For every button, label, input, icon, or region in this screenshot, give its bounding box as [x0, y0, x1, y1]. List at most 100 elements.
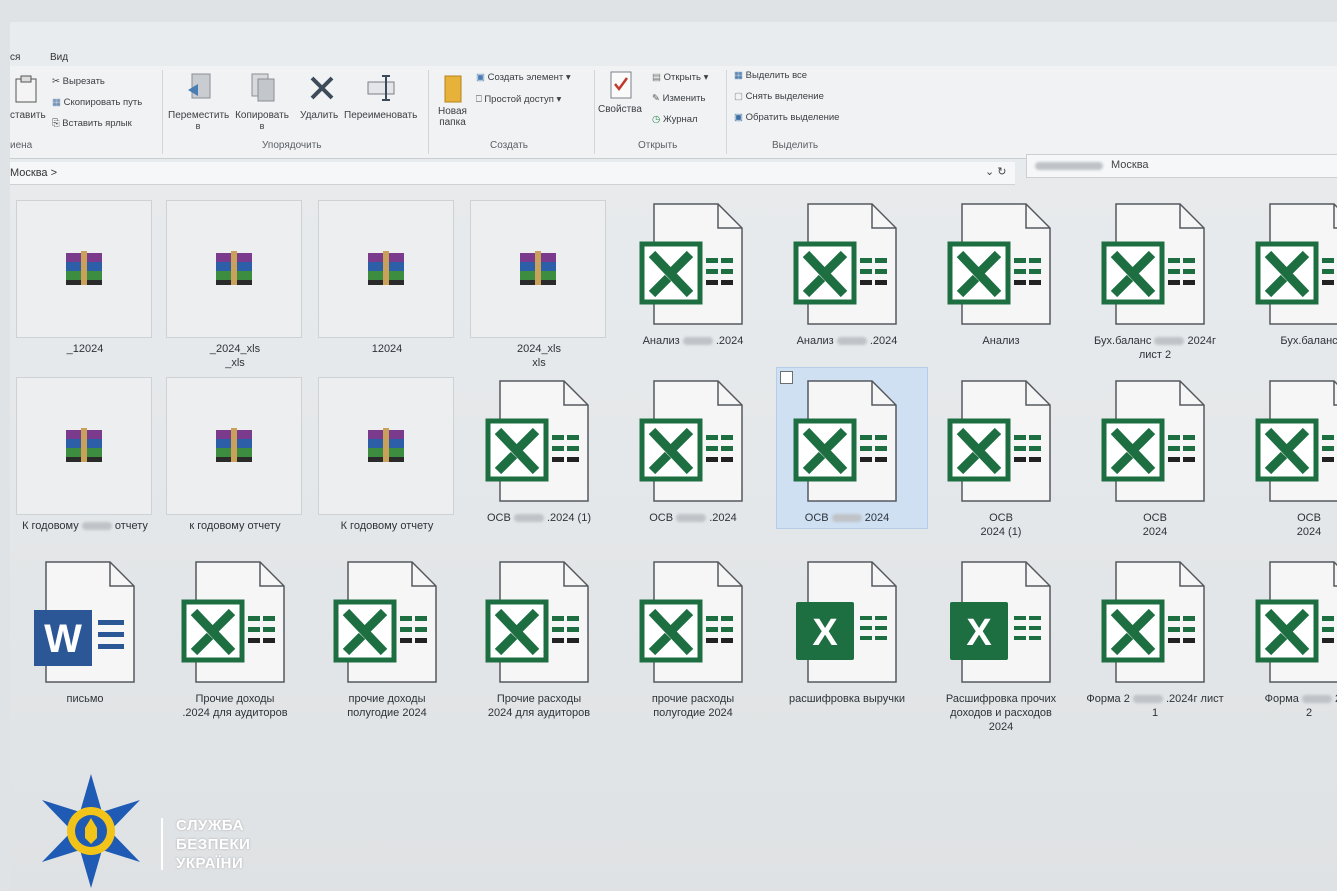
file-item[interactable]: _2024_xls _xls: [166, 200, 304, 370]
delete-icon: [310, 76, 334, 100]
menu-share[interactable]: ся: [10, 52, 20, 63]
open-icon: ▤: [652, 72, 661, 83]
file-item[interactable]: Wписьмо: [16, 558, 154, 728]
document-thumbnail: [638, 202, 746, 331]
new-item-button[interactable]: ▣ Создать элемент ▾: [476, 72, 571, 83]
search-input[interactable]: Москва: [1111, 159, 1149, 171]
properties-icon: [610, 71, 632, 99]
winrar-archive-icon: [216, 251, 252, 285]
move-to-button[interactable]: Переместить в: [168, 110, 229, 131]
excel-document-icon: [639, 561, 743, 683]
document-thumbnail: X: [792, 560, 900, 689]
chevron-down-icon[interactable]: ⌄: [985, 166, 994, 178]
winrar-archive-icon: [216, 428, 252, 462]
file-item[interactable]: прочие расходы полугодие 2024: [624, 558, 762, 728]
redacted-text: [513, 514, 544, 523]
file-item[interactable]: К годовому отчету: [318, 377, 456, 547]
delete-button[interactable]: Удалить: [300, 110, 338, 121]
archive-thumbnail: [16, 200, 152, 338]
document-thumbnail: [1254, 379, 1337, 508]
svg-text:W: W: [44, 617, 82, 661]
file-item[interactable]: Анализ .2024: [778, 200, 916, 370]
document-thumbnail: [638, 379, 746, 508]
file-name: к годовому отчету: [189, 520, 281, 532]
excel-document-icon: [1101, 561, 1205, 683]
copy-path-button[interactable]: ▦ Скопировать путь: [52, 97, 142, 108]
file-name: _2024_xls _xls: [209, 343, 261, 369]
document-thumbnail: [1100, 560, 1208, 689]
scissors-icon: ✂: [52, 76, 60, 87]
logo-divider: [161, 818, 163, 870]
chevron-right-icon: >: [50, 167, 58, 179]
file-name: письмо: [66, 693, 104, 705]
document-thumbnail: W: [30, 560, 138, 689]
file-item[interactable]: Бух.баланс: [1240, 200, 1337, 370]
file-name: Анализ .2024: [642, 335, 744, 347]
select-all-button[interactable]: ▦ Выделить все: [734, 70, 807, 81]
divider: [594, 70, 595, 154]
excel-document-icon: [181, 561, 285, 683]
breadcrumb[interactable]: Москва >: [10, 167, 57, 179]
file-item[interactable]: ОСВ 2024 (1): [932, 377, 1070, 547]
paste-icon[interactable]: [14, 74, 38, 104]
new-folder-button[interactable]: Новая папка: [438, 106, 467, 128]
file-item[interactable]: Прочие расходы 2024 для аудиторов: [470, 558, 608, 728]
file-item[interactable]: ОСВ .2024: [624, 377, 762, 547]
copy-to-button[interactable]: Копировать в: [232, 110, 292, 131]
select-none-button[interactable]: ▢ Снять выделение: [734, 91, 824, 102]
redacted-text: [1132, 695, 1163, 704]
file-item[interactable]: Анализ .2024: [624, 200, 762, 370]
document-thumbnail: [1254, 560, 1337, 689]
redacted-text: [831, 514, 862, 523]
redacted-text: [682, 337, 713, 346]
file-item[interactable]: 12024: [318, 200, 456, 370]
file-item[interactable]: _12024: [16, 200, 154, 370]
history-button[interactable]: ◷ Журнал: [652, 114, 698, 125]
open-button[interactable]: ▤ Открыть ▾: [652, 72, 708, 83]
document-thumbnail: [1100, 379, 1208, 508]
select-all-icon: ▦: [734, 70, 743, 81]
file-name: К годовому отчету: [22, 520, 148, 532]
document-thumbnail: [180, 560, 288, 689]
paste-button[interactable]: ставить: [10, 110, 46, 121]
paste-shortcut-button[interactable]: ⎘ Вставить ярлык: [52, 118, 132, 129]
edit-button[interactable]: ✎ Изменить: [652, 93, 705, 104]
file-item[interactable]: Форма 2022: [1240, 558, 1337, 728]
easy-access-button[interactable]: ⎕ Простой доступ ▾: [476, 94, 561, 105]
menu-view[interactable]: Вид: [50, 52, 68, 63]
file-name: 12024: [371, 343, 403, 355]
redacted-text: [1035, 162, 1103, 170]
file-item[interactable]: Бух.баланс 2024г лист 2: [1086, 200, 1224, 370]
open-group-label: Открыть: [638, 140, 678, 151]
file-item[interactable]: к годовому отчету: [166, 377, 304, 547]
winrar-archive-icon: [368, 428, 404, 462]
file-item[interactable]: ОСВ 2024: [776, 367, 928, 547]
properties-button[interactable]: Свойства: [598, 104, 642, 115]
archive-thumbnail: [470, 200, 606, 338]
file-item[interactable]: Прочие доходы .2024 для аудиторов: [166, 558, 304, 728]
clipboard-group-label: иена: [10, 140, 33, 151]
file-name: расшифровка выручки: [789, 693, 905, 705]
address-controls: ⌄ ↻: [985, 165, 1007, 178]
excel-document-icon: [1101, 203, 1205, 325]
file-item[interactable]: ОСВ 2024: [1240, 377, 1337, 547]
document-thumbnail: [946, 202, 1054, 331]
file-item[interactable]: X Расшифровка прочих доходов и расходов 202…: [932, 558, 1070, 733]
rename-button[interactable]: Переименовать: [344, 110, 417, 121]
file-item[interactable]: К годовому отчету: [16, 377, 154, 547]
select-none-icon: ▢: [734, 91, 743, 102]
file-item[interactable]: 2024_xls xls: [470, 200, 608, 370]
excel-document-icon: [639, 203, 743, 325]
file-item[interactable]: ОСВ 2024: [1086, 377, 1224, 547]
file-item[interactable]: Форма 2 .2024г лист 1: [1086, 558, 1224, 728]
file-item[interactable]: прочие доходы полугодие 2024: [318, 558, 456, 728]
refresh-icon[interactable]: ↻: [997, 166, 1006, 178]
file-item[interactable]: ОСВ .2024 (1): [470, 377, 608, 547]
file-item[interactable]: Анализ: [932, 200, 1070, 370]
file-item[interactable]: Xрасшифровка выручки: [778, 558, 916, 728]
invert-selection-button[interactable]: ▣ Обратить выделение: [734, 112, 839, 123]
search-box[interactable]: Москва: [1026, 154, 1337, 178]
document-thumbnail: [484, 560, 592, 689]
cut-button[interactable]: ✂ Вырезать: [52, 76, 105, 87]
address-bar[interactable]: Москва > ⌄ ↻: [10, 162, 1015, 185]
